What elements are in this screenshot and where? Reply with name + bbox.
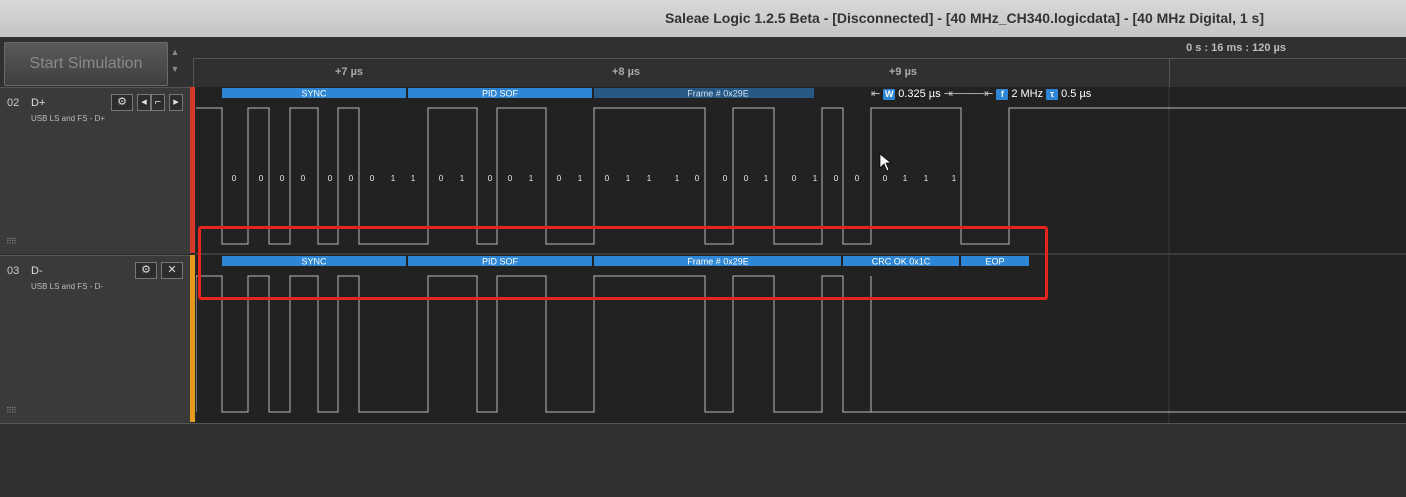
ruler-gridline [1169, 59, 1170, 87]
bit-label: 1 [764, 174, 769, 183]
gear-icon[interactable]: ⚙ [111, 94, 133, 111]
bit-label: 0 [488, 174, 493, 183]
bit-label: 0 [259, 174, 264, 183]
bit-label: 0 [439, 174, 444, 183]
start-simulation-button[interactable]: Start Simulation [4, 42, 168, 86]
channel-header-d-minus[interactable]: 03 D- USB LS and FS - D- ⚙ ✕ ⠿⠿ [0, 255, 190, 423]
bit-label: 0 [723, 174, 728, 183]
analyzer-name: USB LS and FS - D- [31, 282, 104, 291]
bit-label: 0 [328, 174, 333, 183]
bit-label: 1 [626, 174, 631, 183]
width-badge: W [883, 88, 896, 100]
bit-label: 0 [744, 174, 749, 183]
bit-label: 1 [924, 174, 929, 183]
period: 0.5 µs [1061, 88, 1092, 100]
bit-label: 0 [349, 174, 354, 183]
tick-label: +8 µs [612, 66, 641, 78]
close-icon[interactable]: ✕ [161, 262, 183, 279]
channel-name: D+ [31, 97, 46, 109]
bit-label: 1 [411, 174, 416, 183]
bit-label: 1 [391, 174, 396, 183]
measurement-bar: ⇤ W 0.325 µs ⇥────⇤ f 2 MHz τ 0.5 µs [871, 87, 1091, 101]
tick-label: +9 µs [889, 66, 918, 78]
bit-label: 0 [792, 174, 797, 183]
period-arrow-icon: ⇥────⇤ [943, 88, 994, 100]
bit-label: 1 [675, 174, 680, 183]
channel-color-marker [190, 255, 195, 422]
bit-label: 0 [508, 174, 513, 183]
frequency-badge: f [996, 88, 1009, 100]
channel-header-d-plus[interactable]: 02 D+ USB LS and FS - D+ ⚙ ◂ ⌐ ▸ ⠿⠿ [0, 87, 190, 254]
timeline[interactable]: 0 s : 16 ms : 120 µs +7 µs +8 µs +9 µs [193, 40, 1406, 87]
trigger-icon[interactable]: ⌐ [151, 94, 165, 111]
ruler-start-line [193, 59, 194, 87]
channel-number: 02 [7, 97, 20, 109]
bit-label: 1 [813, 174, 818, 183]
channel-number: 03 [7, 265, 20, 277]
channel-name: D- [31, 265, 43, 277]
bit-label: 0 [232, 174, 237, 183]
analyzer-name: USB LS and FS - D+ [31, 114, 106, 123]
bit-label: 1 [952, 174, 957, 183]
bit-label: 0 [557, 174, 562, 183]
bit-label: 0 [695, 174, 700, 183]
protocol-label: SYNC [301, 89, 327, 99]
bit-label: 1 [578, 174, 583, 183]
chevron-down-icon[interactable]: ▼ [168, 61, 182, 78]
prev-edge-icon[interactable]: ◂ [137, 94, 151, 111]
simulation-spinner[interactable]: ▲ ▼ [168, 44, 182, 80]
title-bar: Saleae Logic 1.2.5 Beta - [Disconnected]… [0, 0, 1406, 38]
time-ruler[interactable]: +7 µs +8 µs +9 µs [193, 58, 1406, 87]
highlight-annotation [198, 226, 1048, 300]
bit-label: 0 [605, 174, 610, 183]
pulse-width: 0.325 µs [898, 88, 941, 100]
bit-label: 0 [370, 174, 375, 183]
frequency: 2 MHz [1011, 88, 1044, 100]
bit-label: 1 [903, 174, 908, 183]
bit-label: 1 [647, 174, 652, 183]
period-badge: τ [1046, 88, 1059, 100]
bit-label: 1 [460, 174, 465, 183]
bit-label: 0 [280, 174, 285, 183]
width-arrow-icon: ⇤ [871, 88, 881, 100]
tick-label: +7 µs [335, 66, 364, 78]
next-edge-icon[interactable]: ▸ [169, 94, 183, 111]
bit-label: 0 [883, 174, 888, 183]
time-readout: 0 s : 16 ms : 120 µs [1186, 42, 1286, 54]
drag-handle-icon[interactable]: ⠿⠿ [6, 237, 17, 246]
bottom-panel [0, 423, 1406, 497]
window-title: Saleae Logic 1.2.5 Beta - [Disconnected]… [664, 10, 1264, 26]
gear-icon[interactable]: ⚙ [135, 262, 157, 279]
drag-handle-icon[interactable]: ⠿⠿ [6, 406, 17, 415]
bit-label: 0 [834, 174, 839, 183]
bit-label: 0 [855, 174, 860, 183]
protocol-bar-d-plus[interactable]: SYNC PID SOF Frame # 0x29E [222, 88, 814, 99]
chevron-up-icon[interactable]: ▲ [168, 44, 182, 61]
protocol-label: PID SOF [482, 89, 519, 99]
protocol-label: Frame # 0x29E [687, 89, 749, 99]
bit-label: 1 [529, 174, 534, 183]
bit-label: 0 [301, 174, 306, 183]
channel-color-marker [190, 87, 195, 253]
